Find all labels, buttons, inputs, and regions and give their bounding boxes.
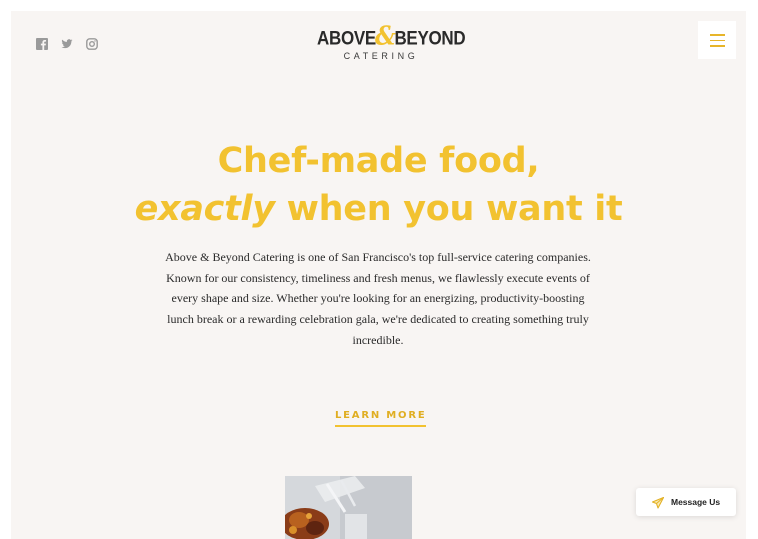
- facebook-icon[interactable]: [36, 38, 48, 50]
- headline-line-2: exactly when you want it: [11, 185, 746, 233]
- menu-button[interactable]: [698, 21, 736, 59]
- message-us-button[interactable]: Message Us: [636, 488, 736, 516]
- headline-line-1: Chef-made food,: [217, 141, 540, 181]
- headline-line-2-rest: when you want it: [274, 189, 623, 229]
- intro-paragraph: Above & Beyond Catering is one of San Fr…: [165, 250, 591, 347]
- instagram-icon[interactable]: [86, 38, 98, 50]
- food-image: [285, 476, 412, 539]
- twitter-icon[interactable]: [61, 38, 73, 50]
- learn-more-link[interactable]: LEARN MORE: [335, 410, 427, 427]
- logo-part2: BEYOND: [394, 27, 466, 49]
- logo-part1: ABOVE: [317, 27, 376, 49]
- page-frame: ABOVE&BEYOND CATERING Chef-made food, ex…: [11, 11, 746, 539]
- headline-emphasis: exactly: [134, 189, 275, 229]
- brand-logo[interactable]: ABOVE&BEYOND CATERING: [317, 22, 466, 61]
- logo-tagline: CATERING: [343, 51, 419, 61]
- social-links: [36, 38, 98, 50]
- paper-plane-icon: [651, 496, 665, 509]
- logo-ampersand: &: [374, 20, 396, 52]
- message-us-label: Message Us: [671, 497, 721, 507]
- hero-headline: Chef-made food, exactly when you want it: [11, 137, 746, 233]
- logo-wordmark: ABOVE&BEYOND: [317, 22, 466, 50]
